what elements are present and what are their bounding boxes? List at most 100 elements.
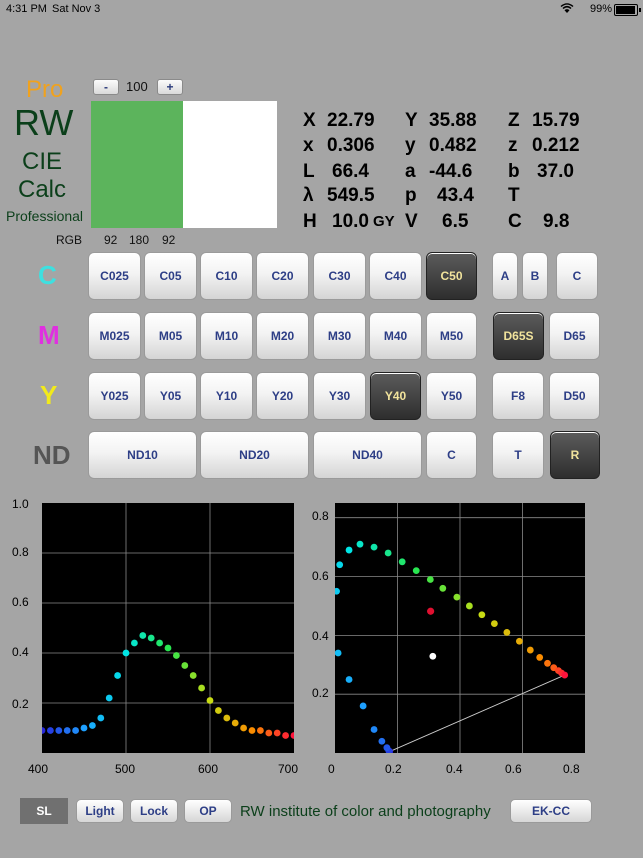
locus-point — [335, 587, 340, 595]
battery-percent: 99% — [590, 3, 613, 15]
filter-c20-button[interactable]: C20 — [256, 252, 309, 300]
filter-nd20-button[interactable]: ND20 — [200, 431, 309, 479]
row-label-nd: ND — [33, 440, 71, 470]
right-x-tick: 0.4 — [446, 762, 463, 776]
label-b: b — [508, 161, 520, 182]
spectral-point — [42, 727, 46, 734]
label-Y: Y — [405, 110, 418, 131]
purple-line — [389, 674, 565, 752]
locus-point — [536, 654, 544, 661]
filter-m30-button[interactable]: M30 — [313, 312, 366, 360]
value-p: 43.4 — [437, 185, 474, 206]
app-title-rw: RW — [14, 102, 74, 143]
illuminant-a-button[interactable]: A — [492, 252, 518, 300]
ek-cc-button[interactable]: EK-CC — [510, 799, 592, 823]
illuminant-c-button[interactable]: C — [556, 252, 598, 300]
left-y-tick: 0.4 — [12, 645, 29, 659]
spectral-point — [80, 724, 88, 732]
right-y-tick: 0.6 — [312, 569, 329, 583]
spectral-point — [198, 684, 206, 692]
label-z: z — [508, 135, 518, 156]
spectral-point — [105, 694, 113, 702]
filter-y30-button[interactable]: Y30 — [313, 372, 366, 420]
illuminant-b-button[interactable]: B — [522, 252, 548, 300]
spectral-point — [181, 662, 189, 669]
spectral-point — [139, 632, 147, 639]
filter-nd40-button[interactable]: ND40 — [313, 431, 422, 479]
battery-icon — [614, 4, 641, 16]
filter-c50-button[interactable]: C50 — [426, 252, 477, 300]
spectral-point — [55, 727, 63, 734]
app-title-cie: CIE — [22, 148, 63, 175]
spectral-point — [72, 727, 79, 734]
locus-point — [359, 702, 367, 710]
left-y-tick: 0.6 — [12, 595, 29, 609]
filter-nd-clear-button[interactable]: C — [426, 431, 477, 479]
locus-point — [515, 637, 523, 645]
locus-point — [384, 549, 392, 557]
wifi-icon — [560, 3, 574, 17]
mode-t-button[interactable]: T — [492, 431, 544, 479]
filter-m05-button[interactable]: M05 — [144, 312, 197, 360]
locus-point — [398, 558, 406, 566]
mode-r-button[interactable]: R — [550, 431, 600, 479]
spectral-point — [223, 714, 231, 722]
light-button[interactable]: Light — [76, 799, 124, 823]
filter-m50-button[interactable]: M50 — [426, 312, 477, 360]
value-z: 0.212 — [532, 135, 580, 156]
increment-button[interactable]: + — [157, 79, 183, 95]
spectral-point — [97, 714, 105, 722]
left-y-tick: 1.0 — [12, 497, 29, 511]
locus-point — [544, 659, 551, 667]
filter-c30-button[interactable]: C30 — [313, 252, 366, 300]
filter-c10-button[interactable]: C10 — [200, 252, 253, 300]
filter-m20-button[interactable]: M20 — [256, 312, 309, 360]
filter-y50-button[interactable]: Y50 — [426, 372, 477, 420]
sample-point — [427, 607, 435, 615]
filter-m40-button[interactable]: M40 — [369, 312, 422, 360]
locus-point — [412, 567, 420, 575]
locus-point — [370, 726, 378, 733]
label-a: a — [405, 161, 416, 182]
filter-y10-button[interactable]: Y10 — [200, 372, 253, 420]
right-x-tick: 0 — [328, 762, 335, 776]
illuminant-d65s-button[interactable]: D65S — [493, 312, 544, 360]
locus-point — [336, 561, 344, 569]
left-x-tick: 400 — [28, 762, 49, 776]
filter-y20-button[interactable]: Y20 — [256, 372, 309, 420]
sl-button[interactable]: SL — [20, 798, 68, 824]
value-X: 22.79 — [327, 110, 375, 131]
left-x-tick: 500 — [115, 762, 136, 776]
illuminant-d50-button[interactable]: D50 — [549, 372, 600, 420]
spectral-point — [164, 644, 172, 652]
locus-point — [345, 676, 353, 683]
filter-y40-button[interactable]: Y40 — [370, 372, 421, 420]
filter-y05-button[interactable]: Y05 — [144, 372, 197, 420]
filter-nd10-button[interactable]: ND10 — [88, 431, 197, 479]
spectral-point — [273, 729, 281, 737]
filter-c025-button[interactable]: C025 — [88, 252, 141, 300]
lock-button[interactable]: Lock — [130, 799, 178, 823]
spectral-point — [265, 729, 273, 737]
rgb-g-value: 180 — [129, 233, 150, 247]
spectral-point — [114, 672, 121, 679]
label-y: y — [405, 135, 416, 156]
row-label-cyan: C — [38, 260, 57, 290]
right-x-tick: 0.6 — [505, 762, 522, 776]
value-Z: 15.79 — [532, 110, 580, 131]
illuminant-d65-button[interactable]: D65 — [549, 312, 600, 360]
decrement-button[interactable]: - — [93, 79, 119, 95]
filter-c40-button[interactable]: C40 — [369, 252, 422, 300]
illuminant-f8-button[interactable]: F8 — [492, 372, 544, 420]
filter-m025-button[interactable]: M025 — [88, 312, 141, 360]
locus-point — [345, 546, 353, 554]
value-lambda: 549.5 — [327, 185, 375, 206]
locus-point — [526, 646, 534, 654]
right-y-tick: 0.8 — [312, 509, 329, 523]
filter-y025-button[interactable]: Y025 — [88, 372, 141, 420]
op-button[interactable]: OP — [184, 799, 232, 823]
filter-m10-button[interactable]: M10 — [200, 312, 253, 360]
filter-c05-button[interactable]: C05 — [144, 252, 197, 300]
rgb-label: RGB — [56, 233, 83, 247]
right-x-tick: 0.8 — [563, 762, 580, 776]
